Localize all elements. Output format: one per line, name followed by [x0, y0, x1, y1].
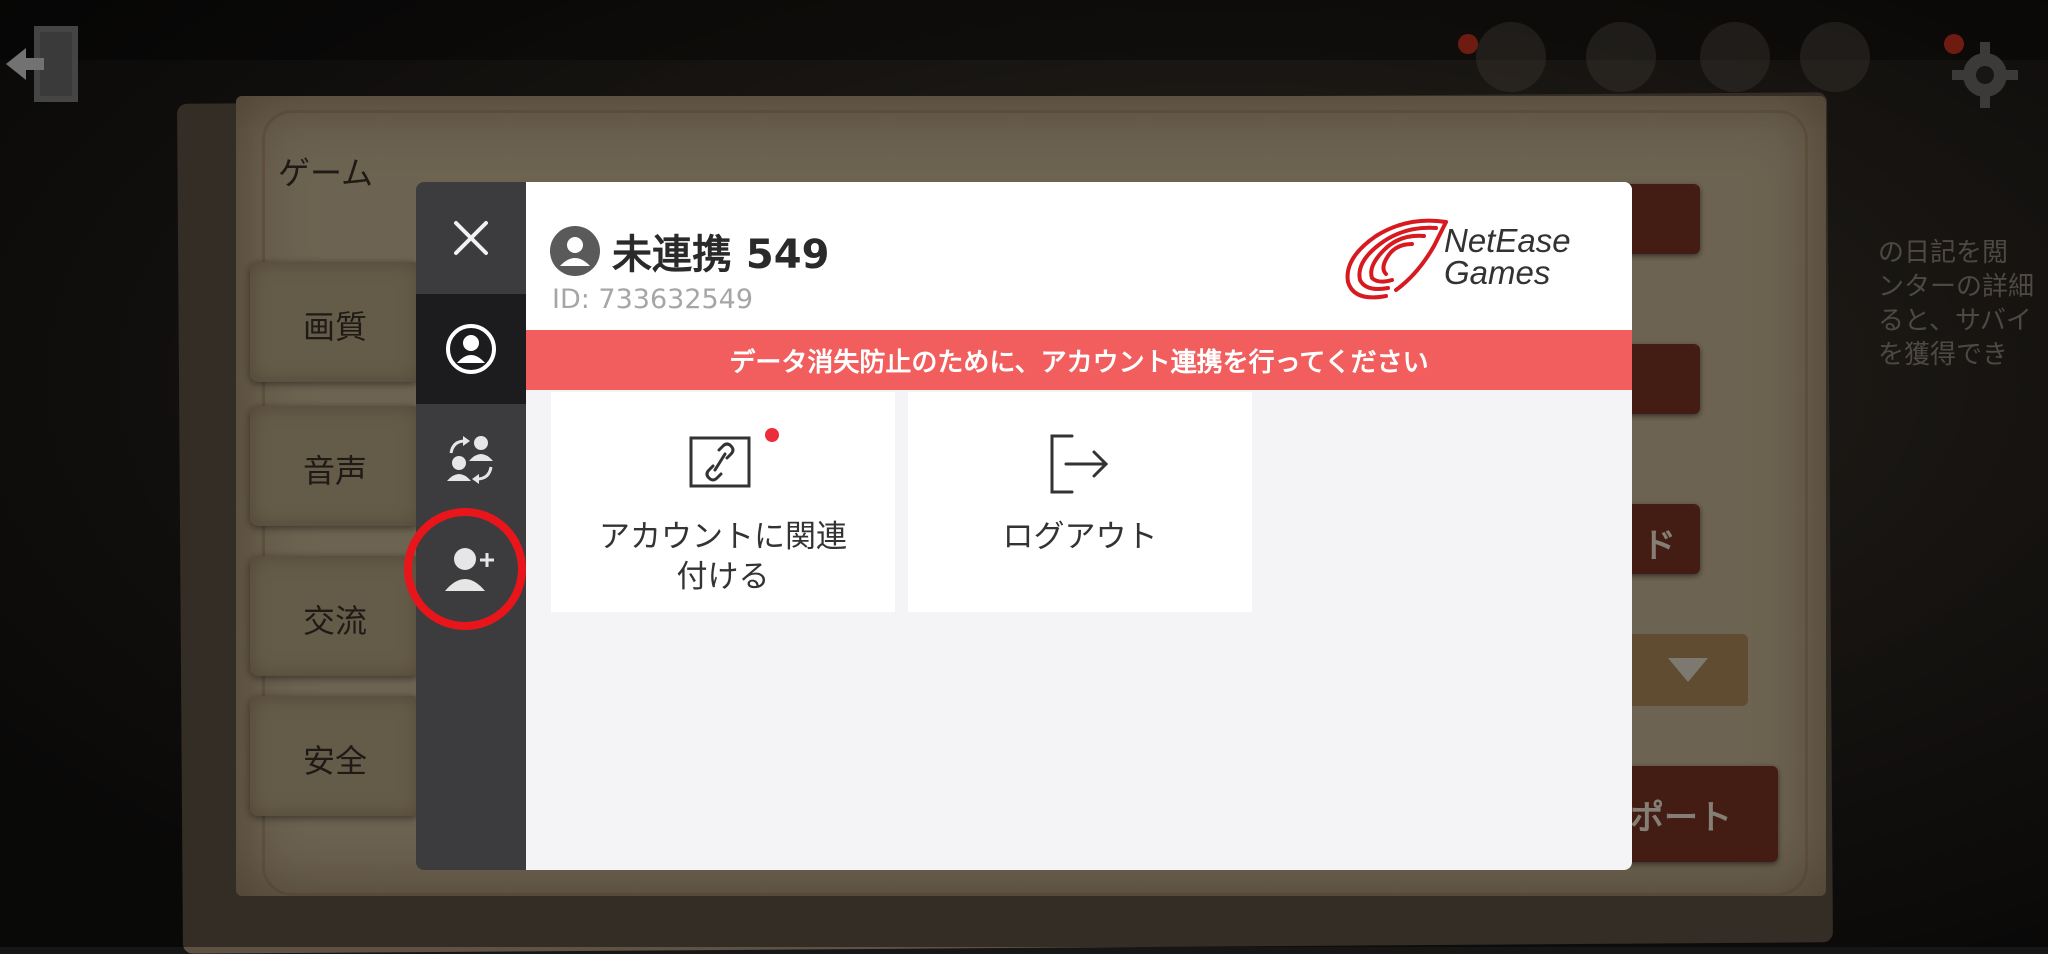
card-label: ログアウト [1002, 519, 1158, 555]
link-icon [689, 436, 751, 488]
logo-text: Games [1444, 254, 1551, 291]
logout-icon [1050, 434, 1109, 494]
logout-card[interactable]: ログアウト [908, 392, 1252, 612]
dialog-sidebar [416, 182, 526, 870]
account-icon [446, 324, 496, 374]
notification-badge [765, 428, 779, 442]
add-user-icon [445, 548, 494, 591]
link-account-warning-banner: データ消失防止のために、アカウント連携を行ってください [526, 330, 1632, 390]
nav-add-user[interactable] [416, 514, 526, 624]
nav-account[interactable] [416, 294, 526, 404]
link-account-card[interactable]: アカウントに関連 付ける [551, 392, 895, 612]
netease-games-logo: NetEase Games [1338, 218, 1588, 308]
close-button[interactable] [416, 182, 526, 294]
switch-account-icon [447, 436, 493, 484]
user-id: ID: 733632549 [552, 284, 754, 315]
nav-switch-account[interactable] [416, 404, 526, 514]
user-name: 未連携 549 [612, 232, 830, 278]
close-icon [454, 221, 488, 255]
user-avatar-icon [550, 226, 600, 276]
logo-text: NetEase [1444, 222, 1571, 259]
card-label: 付ける [676, 559, 770, 595]
card-label: アカウントに関連 [599, 519, 847, 555]
